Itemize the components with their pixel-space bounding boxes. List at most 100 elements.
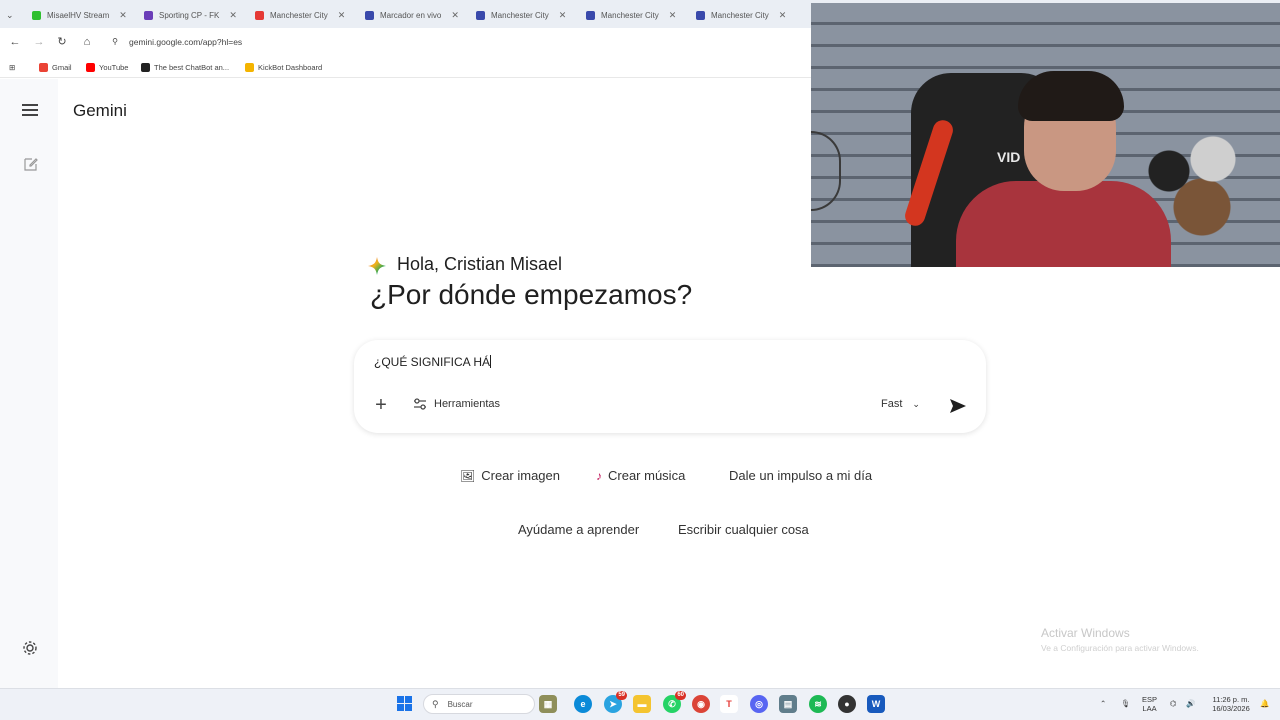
chip-write-anything[interactable]: Escribir cualquier cosa (678, 522, 809, 537)
chip-boost-day[interactable]: Dale un impulso a mi día (729, 468, 872, 483)
notifications-icon[interactable]: 🔔 (1260, 699, 1269, 708)
browser-tab-1[interactable]: MisaelHV Stream ✕ (32, 6, 127, 24)
back-arrow-icon[interactable]: ← (8, 35, 22, 49)
chip-help-learn[interactable]: Ayúdame a aprender (518, 522, 639, 537)
chip-label: Dale un impulso a mi día (729, 468, 873, 483)
chip-label: Escribir cualquier cosa (678, 522, 809, 537)
clock-time: 11:26 p. m. (1212, 695, 1250, 704)
tab-favicon (696, 10, 705, 20)
bookmark-gmail[interactable]: Gmail (39, 61, 72, 73)
network-icon[interactable]: ⌬ (1170, 699, 1177, 708)
widgets-icon[interactable]: ▦ (539, 695, 557, 713)
model-selector[interactable]: Fast ⌄ (881, 398, 920, 410)
tab-favicon (144, 10, 153, 20)
clock-date: 16/03/2026 (1212, 704, 1250, 713)
chip-create-image[interactable]: 🖼 Crear imagen (460, 468, 560, 483)
gmail-icon (39, 62, 48, 72)
tab-favicon (365, 10, 374, 20)
bookmark-label: The best ChatBot an... (154, 62, 230, 72)
activate-windows-subtitle: Ve a Configuración para activar Windows. (1041, 643, 1199, 653)
text-caret (490, 355, 492, 368)
spotify-icon[interactable]: ≋ (809, 695, 827, 713)
tray-chevron-up-icon[interactable]: ⌃ (1100, 699, 1106, 708)
tab-close-icon[interactable]: ✕ (451, 10, 459, 21)
kickbot-icon (245, 62, 254, 72)
tab-title: MisaelHV Stream (47, 10, 110, 20)
whatsapp-badge: 60 (675, 691, 686, 700)
taskbar-search[interactable]: ⚲ Buscar (423, 694, 535, 714)
bookmark-chatbot[interactable]: The best ChatBot an... (141, 61, 229, 73)
volume-icon[interactable]: 🔊 (1186, 699, 1195, 708)
person-hair (1018, 71, 1124, 121)
apps-grid-icon[interactable]: ⊞ (9, 61, 15, 73)
browser-tab-5[interactable]: Manchester City ✕ (476, 6, 566, 24)
tab-title: Sporting CP - FK (159, 10, 220, 20)
browser-tab-6[interactable]: Manchester City ✕ (586, 6, 676, 24)
page-headline: ¿Por dónde empezamos? (370, 279, 693, 310)
calculator-icon[interactable]: ▤ (779, 695, 797, 713)
webcam-overlay: VID (811, 3, 1280, 267)
reload-icon[interactable]: ↻ (55, 35, 69, 49)
chip-label: Crear imagen (481, 468, 560, 483)
settings-gear-icon[interactable] (22, 640, 38, 656)
site-info-icon[interactable]: ⚲ (108, 35, 122, 49)
send-button[interactable] (948, 396, 968, 416)
search-placeholder: Buscar (447, 699, 473, 709)
tools-button[interactable]: Herramientas (413, 398, 500, 410)
bookmark-label: YouTube (99, 62, 129, 72)
browser-tab-3[interactable]: Manchester City ✕ (255, 6, 345, 24)
bookmark-youtube[interactable]: YouTube (86, 61, 128, 73)
browser-tab-2[interactable]: Sporting CP - FK ✕ (144, 6, 237, 24)
clock[interactable]: 11:26 p. m. 16/03/2026 (1207, 695, 1255, 713)
tab-close-icon[interactable]: ✕ (779, 10, 787, 21)
bookmark-kickbot[interactable]: KickBot Dashboard (245, 61, 322, 73)
tab-title: Manchester City (270, 10, 328, 20)
prompt-box[interactable] (354, 340, 986, 433)
tab-list-chevron-icon[interactable]: ⌄ (6, 10, 14, 21)
bookmark-label: Gmail (52, 62, 72, 72)
home-icon[interactable]: ⌂ (80, 35, 94, 49)
chair-text: VID (997, 149, 1021, 165)
browser-tab-7[interactable]: Manchester City ✕ (696, 6, 786, 24)
whatsapp-icon[interactable]: ✆ 60 (663, 691, 686, 713)
add-attachment-button[interactable]: + (371, 395, 391, 416)
tools-sliders-icon (414, 398, 426, 410)
chrome-icon[interactable]: ◉ (692, 695, 710, 713)
browser-tab-4[interactable]: Marcador en vivo ✕ (365, 6, 459, 24)
tab-close-icon[interactable]: ✕ (338, 10, 346, 21)
word-icon[interactable]: W (867, 695, 885, 713)
tab-close-icon[interactable]: ✕ (559, 10, 567, 21)
file-explorer-icon[interactable]: ▬ (633, 695, 651, 713)
telegram-icon[interactable]: ➤ 59 (604, 691, 627, 713)
obs-icon[interactable]: ● (838, 695, 856, 713)
prompt-input[interactable]: ¿QUÉ SIGNIFICA HÁ (374, 355, 492, 369)
edge-icon[interactable]: e (574, 695, 592, 713)
chip-label: Crear música (608, 468, 686, 483)
text-app-icon[interactable]: T (720, 695, 738, 713)
tab-favicon (476, 10, 485, 20)
new-chat-icon[interactable] (23, 156, 39, 172)
lang-top: ESP (1142, 695, 1158, 704)
language-indicator[interactable]: ESP LAA (1142, 695, 1157, 713)
microphone-icon[interactable]: 🎙 (1121, 699, 1131, 708)
app-brand: Gemini (73, 101, 127, 120)
tools-label: Herramientas (434, 398, 501, 410)
tab-title: Marcador en vivo (380, 10, 442, 20)
telegram-badge: 59 (616, 691, 627, 700)
windows-start-icon[interactable] (397, 696, 412, 711)
tab-close-icon[interactable]: ✕ (229, 10, 237, 21)
image-icon: 🖼 (460, 468, 476, 483)
send-icon (950, 399, 966, 413)
url-field[interactable]: gemini.google.com/app?hl=es (129, 33, 242, 51)
greeting-text: Hola, Cristian Misael (397, 254, 563, 274)
menu-icon[interactable] (22, 104, 38, 118)
tab-close-icon[interactable]: ✕ (119, 10, 127, 21)
chip-create-music[interactable]: ♪ Crear música (596, 468, 685, 483)
gemini-sparkle-icon (367, 256, 387, 276)
bookmark-label: KickBot Dashboard (258, 62, 323, 72)
guitar-icon: ♪ (596, 468, 602, 483)
forward-arrow-icon[interactable]: → (32, 35, 46, 49)
youtube-icon (86, 62, 95, 72)
tab-close-icon[interactable]: ✕ (669, 10, 677, 21)
discord-icon[interactable]: ◎ (750, 695, 768, 713)
